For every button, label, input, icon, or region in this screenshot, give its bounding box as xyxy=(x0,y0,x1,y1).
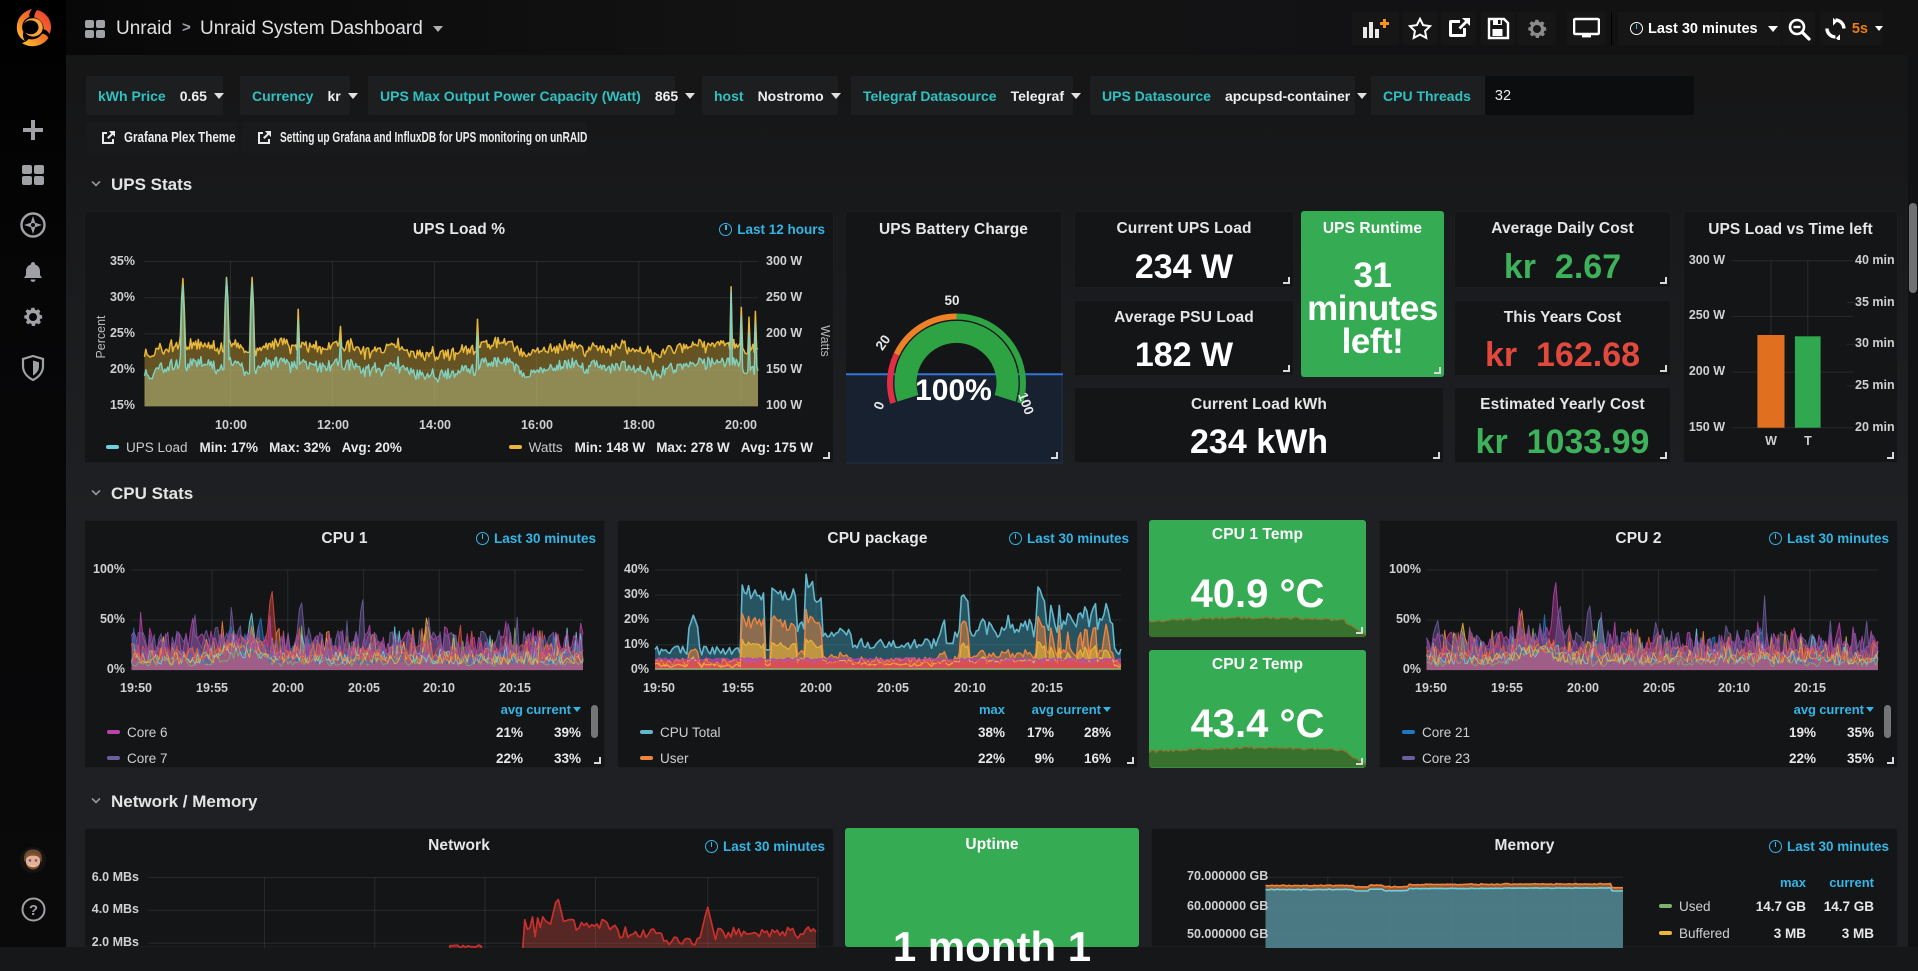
svg-text:?: ? xyxy=(28,902,37,919)
